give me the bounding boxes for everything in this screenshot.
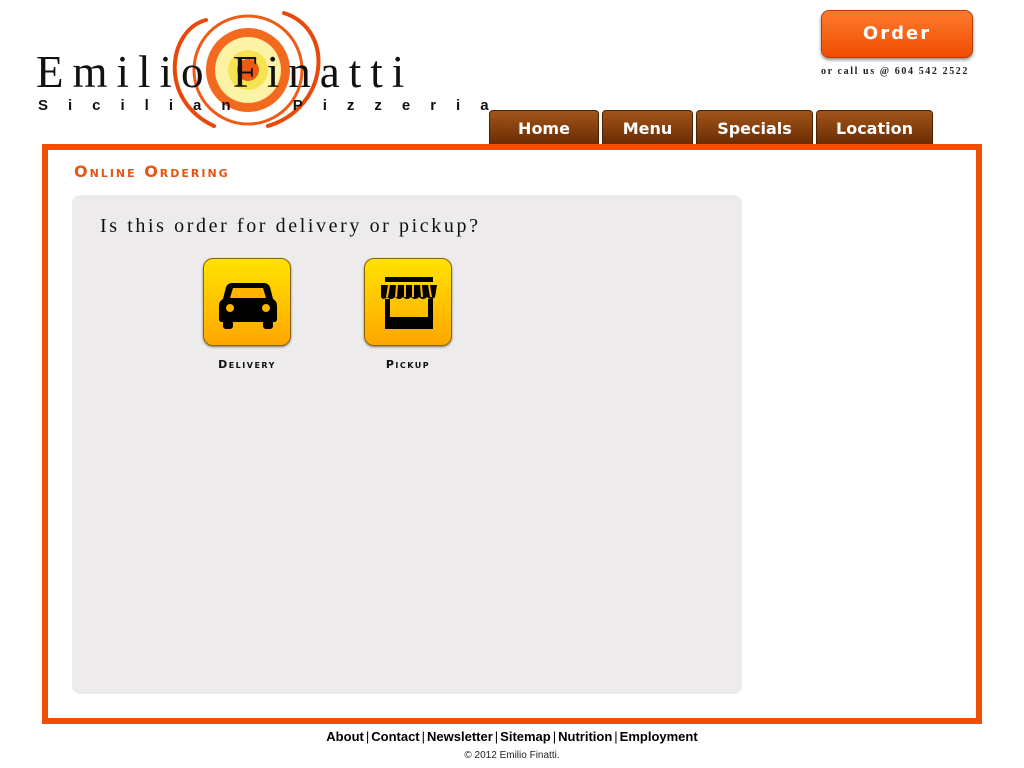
pickup-option[interactable]: Pickup [343, 258, 473, 371]
car-icon [219, 283, 277, 329]
footer-separator: | [421, 729, 426, 744]
footer-link-newsletter[interactable]: Newsletter [427, 729, 493, 744]
delivery-label[interactable]: Delivery [182, 358, 312, 371]
footer-link-sitemap[interactable]: Sitemap [500, 729, 551, 744]
copyright-notice: © 2012 Emilio Finatti. [464, 750, 560, 761]
pickup-button[interactable] [364, 258, 452, 346]
tagline-pizzeria: Pizzeria [292, 97, 509, 114]
order-online-button[interactable]: Order Online [821, 10, 973, 90]
footer-link-nutrition[interactable]: Nutrition [558, 729, 612, 744]
phone-callout: or call us @ 604 542 2522 [821, 66, 970, 77]
order-type-question: Is this order for delivery or pickup? [100, 215, 481, 237]
site-logo[interactable]: Emilio Finatti Sicilian Pizzeria [36, 8, 489, 140]
footer-link-contact[interactable]: Contact [371, 729, 419, 744]
footer-separator: | [614, 729, 618, 744]
storefront-icon [381, 277, 437, 329]
tagline-sicilian: Sicilian [38, 97, 251, 114]
page-title: Online Ordering [74, 162, 230, 181]
brand-name: Emilio Finatti [36, 47, 414, 97]
main-content-frame: Online Ordering Is this order for delive… [42, 144, 982, 724]
brand-tagline: Sicilian Pizzeria [38, 97, 509, 114]
footer-link-employment[interactable]: Employment [620, 729, 698, 744]
pickup-label[interactable]: Pickup [343, 358, 473, 371]
nav-menu[interactable]: Menu [602, 110, 693, 144]
nav-specials[interactable]: Specials [696, 110, 813, 144]
delivery-button[interactable] [203, 258, 291, 346]
footer-link-about[interactable]: About [326, 729, 364, 744]
footer-links: About | Contact | Newsletter | Sitemap | Nutriti… [0, 729, 1024, 744]
delivery-option[interactable]: Delivery [182, 258, 312, 371]
nav-home[interactable]: Home [489, 110, 599, 144]
order-type-panel: Is this order for delivery or pickup? De… [72, 195, 742, 694]
nav-location[interactable]: Location [816, 110, 933, 144]
